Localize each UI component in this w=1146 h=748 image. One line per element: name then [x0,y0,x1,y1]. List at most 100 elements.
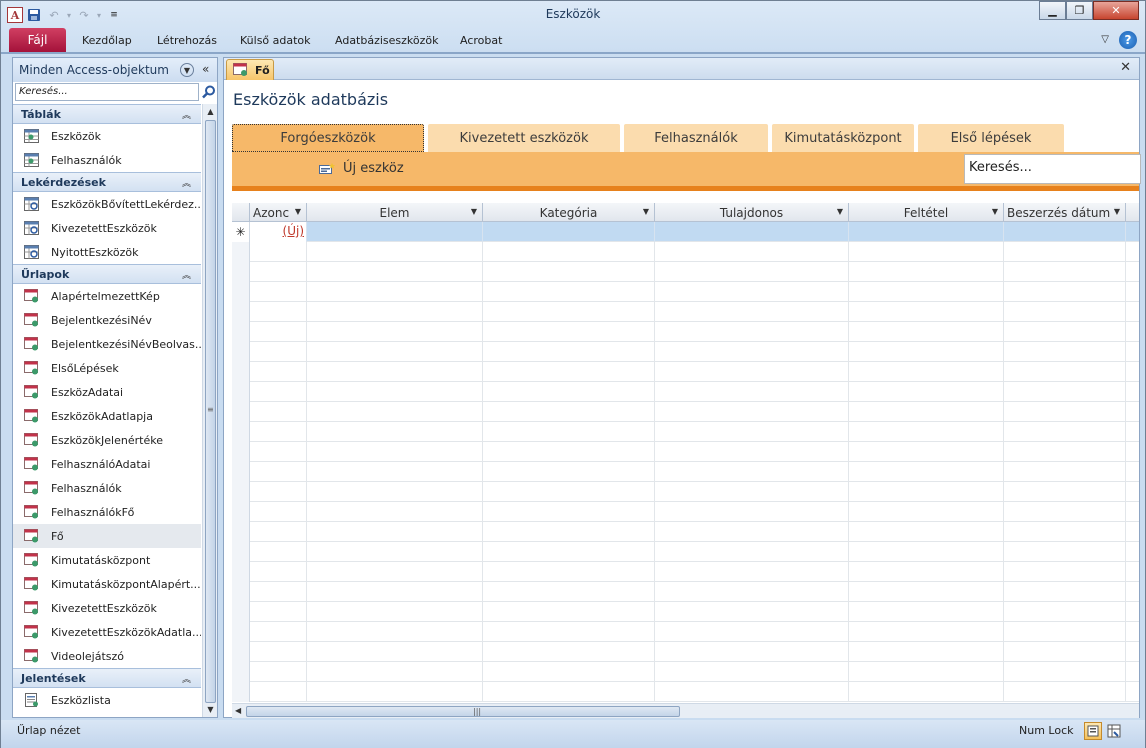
form-icon [24,505,39,519]
tab-felhasznalok[interactable]: Felhasználók [624,124,768,152]
table-cell [655,582,849,602]
new-asset-button[interactable]: Új eszköz [319,161,404,176]
help-icon[interactable]: ? [1119,31,1137,49]
ribbon-expand-icon[interactable]: ▽ [1101,34,1109,45]
nav-item-label: BejelentkezésiNév [51,314,152,327]
nav-group-header[interactable]: Űrlapok ︽ [13,264,201,284]
collapse-group-icon[interactable]: ︽ [182,268,191,281]
tab-external-data[interactable]: Külső adatok [240,34,311,47]
tab-elso-lepesek[interactable]: Első lépések [918,124,1064,152]
nav-group-header[interactable]: Táblák ︽ [13,104,201,124]
nav-item[interactable]: KimutatásközpontAlapért... [13,572,201,596]
nav-item[interactable]: EszközökJelenértéke [13,428,201,452]
nav-group-header[interactable]: Jelentések ︽ [13,668,201,688]
column-filter-icon[interactable]: ▼ [837,207,843,216]
tab-home[interactable]: Kezdőlap [82,34,132,47]
column-filter-icon[interactable]: ▼ [992,207,998,216]
nav-item[interactable]: EszközökKategóriánként [13,712,201,717]
nav-scroll-thumb[interactable]: ≡ [205,120,216,703]
column-filter-icon[interactable]: ▼ [643,207,649,216]
scroll-left-icon[interactable]: ◀ [235,706,241,715]
minimize-button[interactable]: ▁ [1039,1,1066,20]
column-header-elem[interactable]: Elem ▼ [307,203,483,222]
tab-acrobat[interactable]: Acrobat [460,34,502,47]
row-selector [232,442,250,462]
nav-item[interactable]: FelhasználóAdatai [13,452,201,476]
nav-item[interactable]: BejelentkezésiNévBeolvas... [13,332,201,356]
table-cell [655,522,849,542]
collapse-group-icon[interactable]: ︽ [182,108,191,121]
new-record-row[interactable]: ✳ (Új) [232,222,1139,242]
nav-item[interactable]: Felhasználók [13,476,201,500]
table-cell[interactable] [655,222,849,242]
nav-item[interactable]: Videolejátszó [13,644,201,668]
tab-kivezetett-eszkozok[interactable]: Kivezetett eszközök [428,124,620,152]
table-cell[interactable] [1004,222,1126,242]
collapse-nav-icon[interactable]: « [202,62,209,76]
column-header-beszerzes-datum[interactable]: Beszerzés dátum ▼ [1004,203,1126,222]
nav-item[interactable]: Felhasználók [13,148,201,172]
column-filter-icon[interactable]: ▼ [1113,207,1120,216]
column-filter-icon[interactable]: ▼ [295,207,301,216]
design-view-icon[interactable] [1106,723,1122,739]
table-cell [483,282,655,302]
horizontal-scroll-thumb[interactable]: ||| [246,706,680,717]
nav-item[interactable]: FelhasználókFő [13,500,201,524]
nav-menu-dropdown-icon[interactable]: ▼ [180,63,194,77]
table-cell[interactable] [307,222,483,242]
table-cell[interactable] [483,222,655,242]
nav-item[interactable]: KivezetettEszközök [13,596,201,620]
tab-file[interactable]: Fájl [9,28,66,52]
tab-create[interactable]: Létrehozás [157,34,217,47]
column-header-azonc[interactable]: Azonc ▼ [250,203,307,222]
horizontal-scrollbar[interactable]: ◀ ||| [232,703,1139,718]
table-row [232,262,1139,282]
nav-item[interactable]: ElsőLépések [13,356,201,380]
nav-item[interactable]: Eszközlista [13,688,201,712]
collapse-group-icon[interactable]: ︽ [182,176,191,189]
scroll-down-icon[interactable]: ▼ [203,702,218,717]
close-document-icon[interactable]: ✕ [1120,60,1131,75]
new-id-cell[interactable]: (Új) [250,222,306,242]
column-header-kategoria[interactable]: Kategória ▼ [483,203,655,222]
table-cell [849,362,1004,382]
nav-search-input[interactable]: Keresés... [15,83,199,101]
nav-item[interactable]: KivezetettEszközökAdatla... [13,620,201,644]
nav-scrollbar[interactable]: ▲ ≡ ▼ [202,104,217,717]
query-icon [24,221,39,235]
nav-pane-header[interactable]: Minden Access-objektum ▼ « [13,58,217,82]
nav-item-label: AlapértelmezettKép [51,290,160,303]
nav-item[interactable]: Eszközök [13,124,201,148]
table-cell[interactable] [849,222,1004,242]
tab-kimutataskozpont[interactable]: Kimutatásközpont [772,124,914,152]
select-all-button[interactable] [232,203,250,222]
nav-item[interactable]: AlapértelmezettKép [13,284,201,308]
nav-item[interactable]: KivezetettEszközök [13,216,201,240]
close-button[interactable]: ✕ [1093,1,1139,20]
nav-item[interactable]: EszközAdatai [13,380,201,404]
table-cell [655,322,849,342]
form-view-icon[interactable] [1084,722,1102,740]
nav-item[interactable]: EszközökBővítettLekérdez... [13,192,201,216]
tab-forgoeszkozok[interactable]: Forgóeszközök [232,124,424,152]
search-icon[interactable] [202,85,216,99]
nav-item[interactable]: Kimutatásközpont [13,548,201,572]
nav-item[interactable]: BejelentkezésiNév [13,308,201,332]
nav-pane-title[interactable]: Minden Access-objektum [19,63,169,77]
column-header-tulajdonos[interactable]: Tulajdonos ▼ [655,203,849,222]
tab-database-tools[interactable]: Adatbázis­eszközök [335,34,439,47]
scroll-up-icon[interactable]: ▲ [203,104,218,119]
nav-item[interactable]: NyitottEszközök [13,240,201,264]
nav-group-header[interactable]: Lekérdezések ︽ [13,172,201,192]
column-filter-icon[interactable]: ▼ [471,207,477,216]
document-tab-fo[interactable]: Fő [226,59,274,80]
collapse-group-icon[interactable]: ︽ [182,672,191,685]
nav-item[interactable]: Fő [13,524,201,548]
form-search-input[interactable]: Keresés... [964,154,1141,184]
row-selector [232,582,250,602]
new-record-marker[interactable]: ✳ [232,222,250,242]
row-selector [232,382,250,402]
restore-button[interactable]: ❐ [1066,1,1093,20]
nav-item[interactable]: EszközökAdatlapja [13,404,201,428]
column-header-feltetel[interactable]: Feltétel ▼ [849,203,1004,222]
